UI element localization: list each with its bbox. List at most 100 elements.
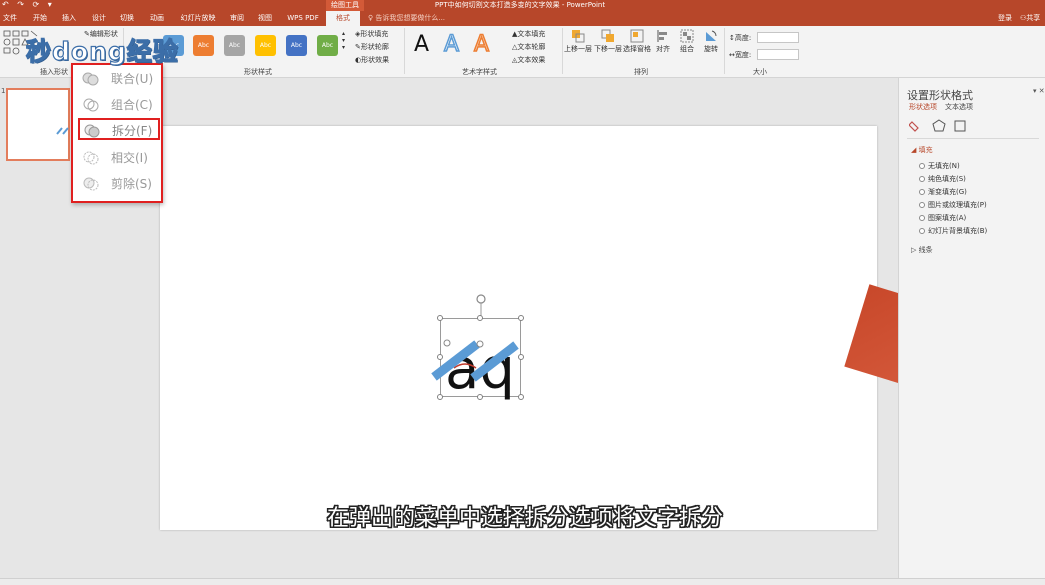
resize-handle[interactable] [518, 315, 524, 321]
send-backward-icon [601, 29, 614, 42]
tab-slideshow[interactable]: 幻灯片放映 [176, 11, 220, 26]
shape-style-swatch[interactable]: Abc [193, 35, 214, 56]
radio-gradient-fill[interactable]: 渐变填充(G) [919, 187, 967, 197]
menu-item-fragment[interactable]: 拆分(F) [78, 118, 160, 140]
group-icon [680, 29, 694, 43]
split-text-shape[interactable]: aq [420, 290, 535, 402]
radio-icon [919, 215, 925, 221]
bring-forward-icon [572, 30, 585, 43]
radio-icon [919, 176, 925, 182]
resize-handle[interactable] [437, 315, 443, 321]
tab-insert[interactable]: 插入 [56, 11, 82, 26]
combine-icon [83, 98, 99, 112]
menu-item-label: 联合(U) [111, 72, 154, 86]
radio-label: 幻灯片背景填充(B) [928, 227, 988, 235]
fill-line-icon [909, 121, 919, 132]
radio-icon [919, 189, 925, 195]
wordart-style-blue[interactable]: A [443, 31, 460, 58]
tell-me-text: 告诉我您想要做什么... [375, 14, 446, 22]
menu-item-label: 组合(C) [111, 98, 153, 112]
slide-thumbnail-pane: 1 [0, 78, 70, 578]
tab-home[interactable]: 开始 [27, 11, 53, 26]
menu-item-label: 剪除(S) [111, 177, 152, 191]
radio-slide-background-fill[interactable]: 幻灯片背景填充(B) [919, 226, 987, 236]
slide-number: 1 [1, 87, 6, 95]
text-fill-button[interactable]: ▲文本填充 [512, 29, 545, 39]
radio-pattern-fill[interactable]: 图案填充(A) [919, 213, 966, 223]
share-label: 共享 [1026, 14, 1041, 22]
menu-item-intersect[interactable]: 相交(I) [79, 147, 159, 169]
height-input[interactable] [757, 32, 799, 43]
shape-effects-label: 形状效果 [361, 56, 390, 64]
selection-pane-icon [630, 29, 644, 43]
radio-solid-fill[interactable]: 纯色填充(S) [919, 174, 966, 184]
intersect-icon [83, 151, 99, 165]
radio-icon [919, 202, 925, 208]
insert-shapes-group-label: 插入形状 [40, 68, 68, 76]
bring-forward-button[interactable]: 上移一层 [563, 29, 593, 54]
wordart-style-black[interactable]: A [414, 32, 429, 57]
size-group-label: 大小 [753, 68, 767, 76]
shape-fill-button[interactable]: ◈形状填充 [355, 29, 388, 39]
radio-no-fill[interactable]: 无填充(N) [919, 161, 960, 171]
text-outline-button[interactable]: △文本轮廓 [512, 42, 545, 52]
merge-shapes-menu: 联合(U) 组合(C) 拆分(F) 相交(I) 剪除(S) [71, 63, 163, 203]
tab-animations[interactable]: 动画 [144, 11, 170, 26]
shape-fill-label: 形状填充 [360, 30, 389, 38]
text-effects-button[interactable]: ◬文本效果 [512, 55, 545, 65]
format-pane-title: 设置形状格式 [907, 89, 973, 102]
tab-shape-options[interactable]: 形状选项 [909, 102, 937, 112]
wordart-style-orange[interactable]: A [473, 31, 490, 58]
menu-item-label: 相交(I) [111, 151, 148, 165]
thumbnail-text-shape [56, 127, 69, 135]
radio-picture-fill[interactable]: 图片或纹理填充(P) [919, 200, 987, 210]
tab-wps-pdf[interactable]: WPS PDF [282, 11, 324, 26]
shape-style-swatch[interactable]: Abc [286, 35, 307, 56]
radio-label: 渐变填充(G) [928, 188, 967, 196]
pane-category-icons[interactable] [909, 118, 969, 134]
rotate-button[interactable]: 旋转 [696, 29, 726, 54]
resize-handle[interactable] [477, 315, 483, 321]
tab-format[interactable]: 格式 [326, 11, 360, 26]
window-title: PPT中如何切割文本打造多变的文字效果 - PowerPoint [434, 1, 606, 9]
tell-me-search[interactable]: ♀ 告诉我您想要做什么... [368, 11, 445, 26]
shape-effects-button[interactable]: ◐形状效果 [355, 55, 389, 65]
tab-view[interactable]: 视图 [252, 11, 278, 26]
line-section-header[interactable]: ▷ 线条 [911, 245, 933, 255]
gallery-scroll-icon[interactable]: ▴ ▾ ▾ [342, 30, 345, 51]
title-bar: ↶ ↷ ⟳ ▾ 绘图工具 PPT中如何切割文本打造多变的文字效果 - Power… [0, 0, 1045, 11]
shape-style-swatch[interactable]: Abc [317, 35, 338, 56]
resize-handle[interactable] [437, 354, 443, 360]
resize-handle[interactable] [437, 394, 443, 400]
ribbon-separator [404, 28, 405, 74]
align-label: 对齐 [656, 45, 670, 53]
tab-file[interactable]: 文件 [0, 11, 20, 26]
ribbon-tab-bar: 文件 开始 插入 设计 切换 动画 幻灯片放映 审阅 视图 WPS PDF 格式… [0, 11, 1045, 26]
share-button[interactable]: ⚇共享 [1020, 11, 1040, 26]
tab-transitions[interactable]: 切换 [114, 11, 140, 26]
send-backward-button[interactable]: 下移一层 [593, 29, 623, 54]
menu-item-union[interactable]: 联合(U) [79, 68, 159, 90]
close-icon[interactable]: ▾ ✕ [1033, 87, 1045, 95]
resize-handle[interactable] [477, 394, 483, 400]
tab-design[interactable]: 设计 [86, 11, 112, 26]
width-input[interactable] [757, 49, 799, 60]
resize-handle[interactable] [518, 354, 524, 360]
align-icon [657, 30, 667, 42]
status-bar [0, 578, 1045, 585]
menu-item-subtract[interactable]: 剪除(S) [79, 173, 159, 195]
shape-outline-button[interactable]: ✎形状轮廓 [355, 42, 389, 52]
rotate-label: 旋转 [704, 45, 718, 53]
menu-item-combine[interactable]: 组合(C) [79, 94, 159, 116]
tab-text-options[interactable]: 文本选项 [945, 102, 973, 112]
radio-label: 图片或纹理填充(P) [928, 201, 987, 209]
resize-handle[interactable] [518, 394, 524, 400]
slide-thumbnail[interactable] [6, 88, 70, 161]
login-link[interactable]: 登录 [998, 11, 1012, 26]
shape-style-swatch[interactable]: Abc [255, 35, 276, 56]
tab-review[interactable]: 审阅 [224, 11, 250, 26]
fill-section-header[interactable]: ◢ 填充 [911, 145, 933, 155]
quick-access-toolbar[interactable]: ↶ ↷ ⟳ ▾ [2, 0, 55, 10]
shape-style-swatch[interactable]: Abc [224, 35, 245, 56]
pane-divider [907, 138, 1039, 139]
